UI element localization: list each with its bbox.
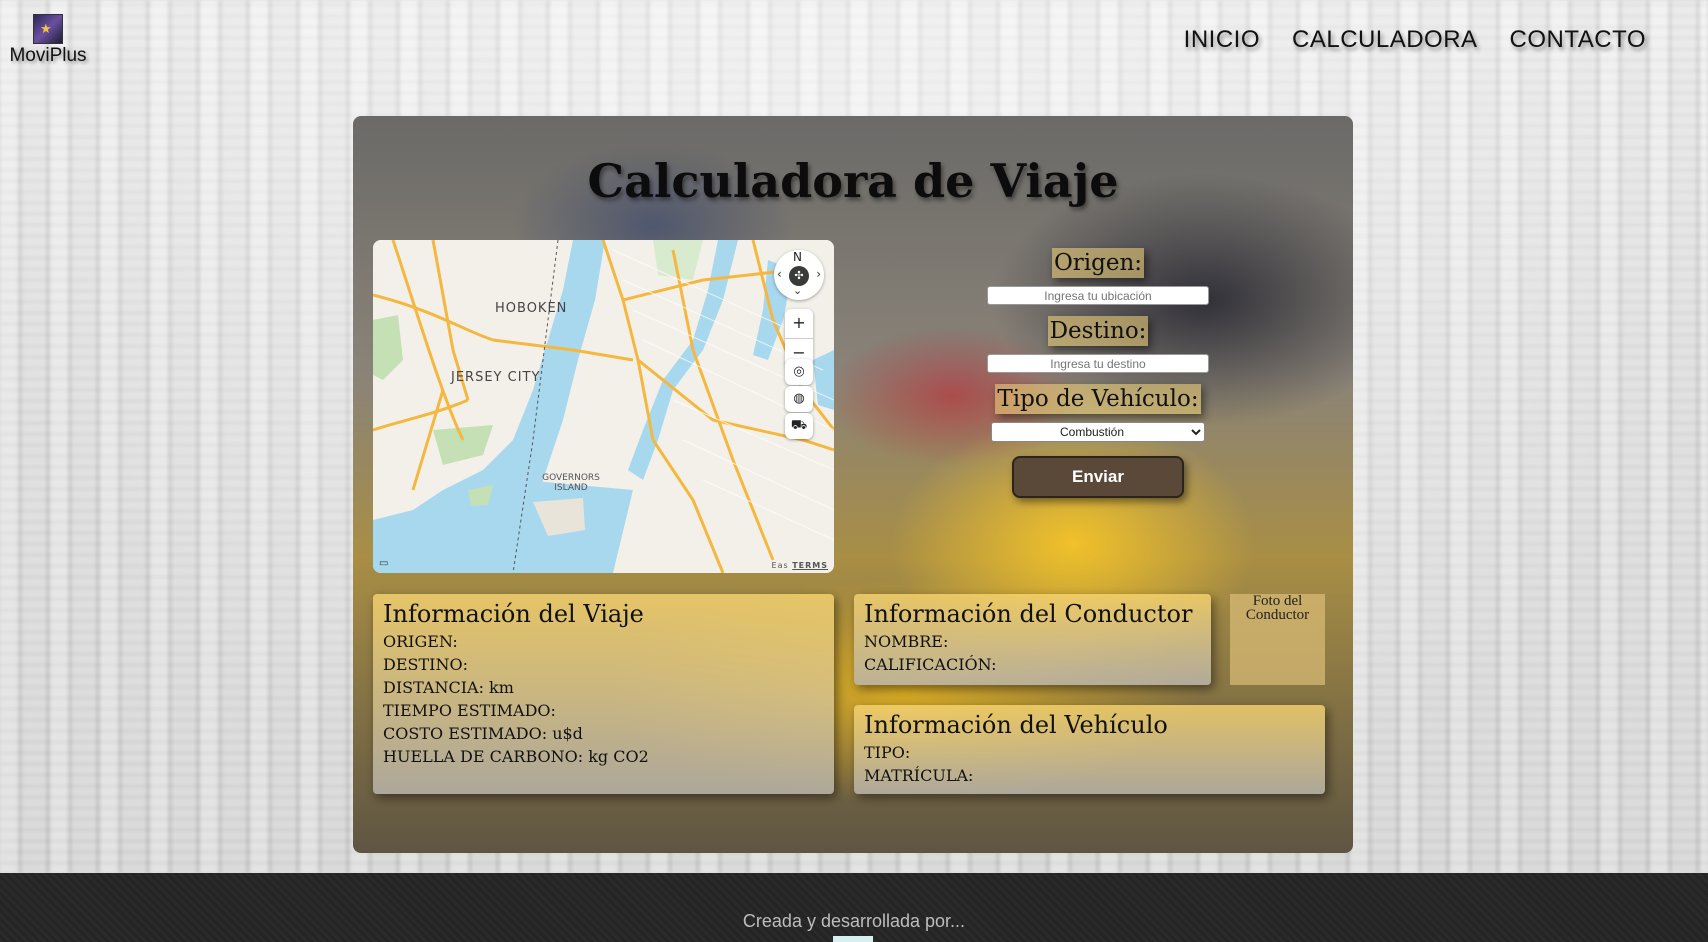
nav-inicio[interactable]: INICIO [1184,26,1260,54]
map-canvas [373,240,834,573]
origin-label: Origen: [1051,248,1145,278]
origin-input[interactable] [987,286,1209,305]
brand-logo[interactable]: ★ MoviPlus [6,14,90,67]
trip-origin: ORIGEN: [383,632,458,651]
nav-calculadora[interactable]: CALCULADORA [1292,26,1478,54]
trip-cost: COSTO ESTIMADO: u$d [383,724,583,743]
map-view[interactable]: HOBOKEN JERSEY CITY GOVERNORS ISLAND N ‹… [373,240,834,573]
map-label-jersey-city: JERSEY CITY [451,370,541,385]
vehicle-plate: MATRÍCULA: [864,766,974,785]
trip-destination: DESTINO: [383,655,468,674]
map-label-governors-island: GOVERNORS ISLAND [542,473,600,493]
footer: Creada y desarrollada por... [0,873,1708,942]
driver-rating: CALIFICACIÓN: [864,655,997,674]
vehicle-info-title: Información del Vehículo [864,711,1168,739]
submit-button[interactable]: Enviar [1012,456,1184,498]
rotate-right-icon[interactable]: › [816,267,821,281]
tilt-down-icon[interactable]: ⌄ [793,284,802,297]
trip-carbon: HUELLA DE CARBONO: kg CO2 [383,747,649,766]
destination-input[interactable] [987,354,1209,373]
terms-link-text[interactable]: TERMS [792,561,828,570]
driver-photo: Foto del Conductor [1230,594,1325,685]
nav-contacto[interactable]: CONTACTO [1510,26,1646,54]
trip-distance: DISTANCIA: km [383,678,514,697]
footer-credit: Creada y desarrollada por... [742,911,966,931]
brand-name: MoviPlus [9,45,87,66]
calculator-panel: Calculadora de Viaje HOBOKEN JERSEY CITY… [353,116,1353,853]
locate-me-icon[interactable]: ◎ [785,359,813,385]
transit-icon[interactable]: ⛟ [785,413,813,439]
vehicle-info-card: Información del Vehículo TIPO: MATRÍCULA… [854,705,1325,794]
vehicle-type: TIPO: [864,743,911,762]
zoom-in-button[interactable]: + [785,309,813,338]
compass-icon[interactable]: ✣ [789,266,809,286]
driver-name: NOMBRE: [864,632,949,651]
trip-info-card: Información del Viaje ORIGEN: DESTINO: D… [373,594,834,794]
map-attribution: Eas [771,561,789,570]
page-title: Calculadora de Viaje [587,154,1119,208]
footer-logo [833,936,873,942]
logo-icon: ★ [33,14,63,44]
trip-time: TIEMPO ESTIMADO: [383,701,556,720]
driver-info-title: Información del Conductor [864,600,1193,628]
driver-info-card: Información del Conductor NOMBRE: CALIFI… [854,594,1211,685]
destination-label: Destino: [1047,316,1149,346]
compass-north-label: N [793,250,802,264]
map-label-hoboken: HOBOKEN [495,301,568,316]
map-compass[interactable]: N ‹ ✣ › ⌄ [774,250,824,300]
map-terms-link[interactable]: Eas TERMS [772,561,828,570]
vehicle-type-select[interactable]: Combustión [991,422,1205,442]
map-legend-icon[interactable]: ▭ [379,558,388,569]
vehicle-type-label: Tipo de Vehículo: [995,384,1201,414]
trip-form: Origen: Destino: Tipo de Vehículo: Combu… [943,248,1253,498]
trip-info-title: Información del Viaje [383,600,644,628]
map-type-globe-icon[interactable]: ◍ [785,386,813,412]
rotate-left-icon[interactable]: ‹ [777,267,782,281]
main-nav: INICIO CALCULADORA CONTACTO [1184,26,1646,54]
